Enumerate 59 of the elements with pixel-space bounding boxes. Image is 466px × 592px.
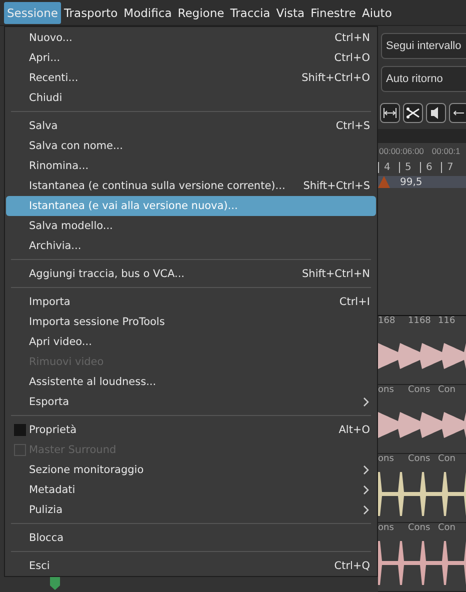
bar-number: 7 (441, 162, 462, 174)
menu-item[interactable]: Esci Ctrl+Q (6, 556, 376, 576)
menu-bar-item[interactable]: Vista (273, 2, 308, 24)
region-name: Con (438, 385, 456, 397)
menu-item[interactable]: Importa Ctrl+I (6, 292, 376, 312)
menu-item[interactable]: Apri video... (6, 332, 376, 352)
menu-bar-item[interactable]: Traccia (227, 2, 274, 24)
menu-item[interactable]: Metadati (6, 480, 376, 500)
checkbox[interactable] (14, 424, 26, 436)
audition-tool-button[interactable] (426, 102, 446, 123)
region-name: Cons (408, 385, 430, 397)
menu-bar-item[interactable]: Modifica (120, 2, 175, 24)
menu-item[interactable]: Recenti... Shift+Ctrl+O (6, 68, 376, 88)
region-name: Con (438, 523, 456, 535)
tempo-value: 99,5 (400, 176, 422, 188)
menu-item[interactable]: Salva modello... (6, 216, 376, 236)
menu-item[interactable]: Assistente al loudness... (6, 372, 376, 392)
toolbar-button[interactable]: Segui intervallo (381, 33, 466, 59)
menu-item[interactable]: Sezione monitoraggio (6, 460, 376, 480)
region-name: Con (438, 454, 456, 466)
bar-number: 5 (399, 162, 420, 174)
chevron-right-icon (362, 397, 370, 407)
toolbar-button[interactable]: Auto ritorno (381, 66, 466, 92)
region-name: 1168 (408, 316, 430, 328)
stretch-tool-button[interactable] (380, 102, 400, 123)
menu-item[interactable]: Aggiungi traccia, bus o VCA... Shift+Ctrl+N (6, 264, 376, 284)
menu-bar-item[interactable]: Regione (174, 2, 228, 24)
menu-item[interactable]: Salva Ctrl+S (6, 116, 376, 136)
region-name: Cons (408, 454, 430, 466)
menu-item[interactable]: Salva con nome... (6, 136, 376, 156)
menu-bar-item[interactable]: Trasporto (60, 2, 121, 24)
region-name: 116 (438, 316, 456, 328)
menu-item[interactable]: Rinomina... (6, 156, 376, 176)
fader-marker (50, 577, 60, 590)
region-name: ons (378, 523, 395, 535)
menu-item[interactable]: Pulizia (6, 500, 376, 520)
menu-item[interactable]: Apri... Ctrl+O (6, 48, 376, 68)
menu-item[interactable]: Archivia... (6, 236, 376, 256)
tempo-marker-icon (378, 176, 390, 188)
menu-item[interactable]: Proprietà Alt+O (6, 420, 376, 440)
menu-bar-item[interactable]: Finestre (308, 2, 359, 24)
move-tool-button[interactable] (449, 102, 466, 123)
timecode-label: 00:00:1 (432, 146, 460, 156)
menu-item[interactable]: Blocca (6, 528, 376, 548)
timecode-label: 00:00:06:00 (379, 146, 424, 156)
stretch-icon (383, 106, 397, 119)
region-name: 168 (378, 316, 396, 328)
region-name: Cons (408, 523, 430, 535)
menu-item[interactable]: Istantanea (e continua sulla versione corrente)... Shift+Ctrl+S (6, 176, 376, 196)
menu-item[interactable]: Esporta (6, 392, 376, 412)
menu-item[interactable]: Importa sessione ProTools (6, 312, 376, 332)
bar-number: 6 (420, 162, 441, 174)
menu-item[interactable]: Nuovo... Ctrl+N (6, 28, 376, 48)
cut-tool-button[interactable] (403, 102, 423, 123)
scissors-icon (406, 106, 420, 119)
region-name: ons (378, 454, 395, 466)
menu-bar-item[interactable]: Aiuto (358, 2, 395, 24)
menu-item[interactable]: Chiudi (6, 88, 376, 108)
region-name: ons (378, 385, 395, 397)
